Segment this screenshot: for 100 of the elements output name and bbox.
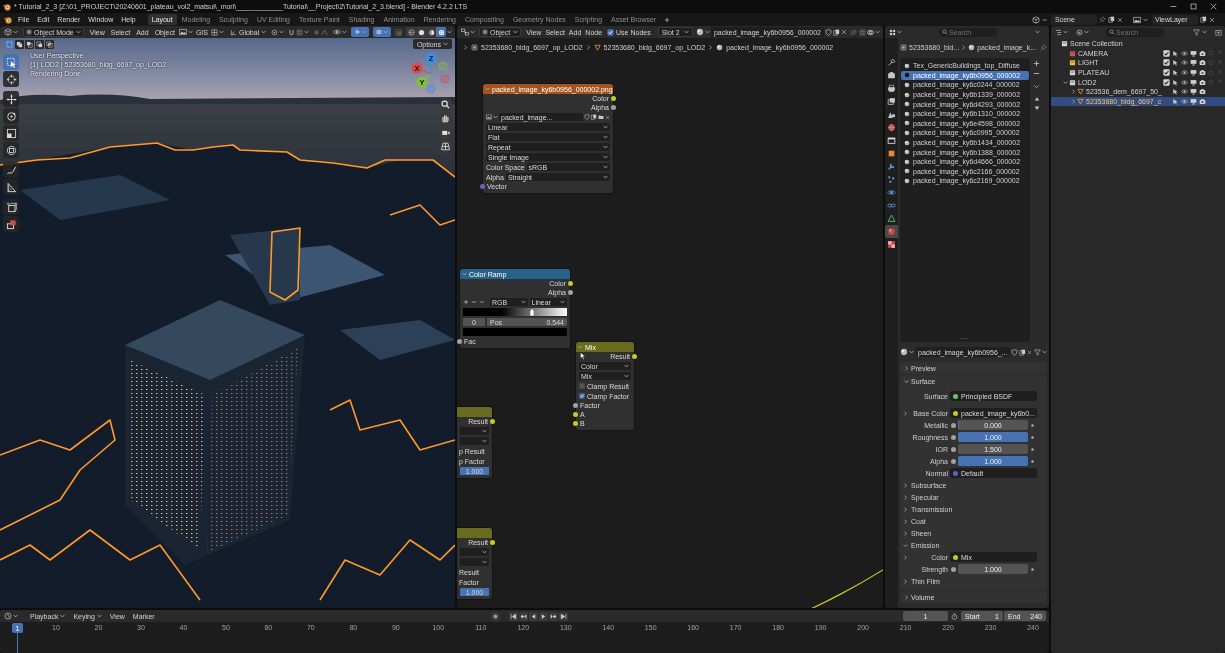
camera-icon[interactable] xyxy=(1199,59,1206,67)
keyframe-dot-icon[interactable] xyxy=(1031,459,1034,463)
close-icon[interactable] xyxy=(1209,16,1215,23)
socket-icon[interactable] xyxy=(457,339,462,344)
chevron-icon[interactable] xyxy=(1070,98,1076,104)
properties-tab[interactable] xyxy=(885,82,898,95)
copy-icon[interactable] xyxy=(1018,348,1026,356)
video-camera-icon[interactable] xyxy=(439,126,452,139)
monitor-icon[interactable] xyxy=(1190,78,1197,86)
tool-button[interactable] xyxy=(3,162,19,178)
grid-icon[interactable] xyxy=(439,140,452,153)
previous-keyframe-icon[interactable] xyxy=(519,611,529,621)
folder-icon[interactable] xyxy=(598,114,604,120)
shading-button[interactable] xyxy=(406,27,416,37)
checkbox-icon[interactable] xyxy=(1163,59,1170,67)
falloff-curve-icon[interactable] xyxy=(321,28,329,36)
monitor-icon[interactable] xyxy=(1190,69,1197,77)
socket-icon[interactable] xyxy=(611,105,616,110)
properties-tab[interactable] xyxy=(885,238,898,251)
editor-type-button[interactable] xyxy=(1054,28,1069,36)
copy-icon[interactable] xyxy=(591,114,597,120)
down-arrow-icon[interactable] xyxy=(1033,105,1040,111)
keyframe-dot-icon[interactable] xyxy=(1031,435,1034,439)
tool-button[interactable] xyxy=(3,199,19,215)
socket-icon[interactable] xyxy=(573,412,578,417)
keyframe-dot-icon[interactable] xyxy=(1031,567,1034,571)
tool-button[interactable] xyxy=(3,71,19,87)
stopwatch-icon[interactable] xyxy=(951,612,958,620)
chevron-icon[interactable] xyxy=(1070,89,1076,95)
overlay-toggle[interactable] xyxy=(373,27,391,37)
select-mode-button[interactable] xyxy=(45,40,54,49)
sphere-icon[interactable] xyxy=(900,348,908,356)
up-arrow-icon[interactable] xyxy=(1033,96,1040,102)
socket-icon[interactable] xyxy=(568,290,573,295)
jump-to-end-icon[interactable] xyxy=(559,611,569,621)
camera-icon[interactable] xyxy=(1199,88,1206,96)
properties-tab[interactable] xyxy=(885,121,898,134)
record-icon[interactable] xyxy=(491,611,501,621)
socket-icon[interactable] xyxy=(611,96,616,101)
checkbox-icon[interactable] xyxy=(1163,69,1170,77)
dot-ring-icon[interactable] xyxy=(271,28,279,36)
grip-icon[interactable] xyxy=(960,337,969,340)
monitor-icon[interactable] xyxy=(1190,88,1197,96)
socket-icon[interactable] xyxy=(573,403,578,408)
display-mode-button[interactable] xyxy=(1075,28,1090,36)
funnel-icon[interactable] xyxy=(1193,28,1200,36)
close-icon[interactable] xyxy=(605,114,610,120)
shield-icon[interactable] xyxy=(1010,348,1018,356)
chevron-icon[interactable] xyxy=(903,554,908,560)
checkbox-icon[interactable] xyxy=(1163,78,1170,86)
socket-icon[interactable] xyxy=(568,281,573,286)
copy-icon[interactable] xyxy=(1108,16,1115,23)
properties-tab[interactable] xyxy=(885,95,898,108)
copy-icon[interactable] xyxy=(1200,16,1207,23)
camera-icon[interactable] xyxy=(1199,69,1206,77)
socket-icon[interactable] xyxy=(480,184,485,189)
socket-icon[interactable] xyxy=(490,540,495,545)
options-caret-icon[interactable] xyxy=(1035,30,1040,34)
eye-icon[interactable] xyxy=(1181,59,1188,67)
close-icon[interactable] xyxy=(1026,349,1032,355)
monitor-icon[interactable] xyxy=(1190,97,1197,105)
plus-icon[interactable] xyxy=(1033,60,1040,67)
eye-icon[interactable] xyxy=(333,28,341,36)
gizmo-toggle[interactable] xyxy=(351,27,369,37)
eye-icon[interactable] xyxy=(1181,78,1188,86)
eye-icon[interactable] xyxy=(1181,69,1188,77)
select-mode-button[interactable] xyxy=(25,40,34,49)
shield-icon[interactable] xyxy=(825,28,832,36)
shading-button[interactable] xyxy=(436,27,446,37)
checkbox-icon[interactable] xyxy=(579,393,585,399)
chevron-icon[interactable] xyxy=(1062,79,1068,85)
caret-down-icon[interactable] xyxy=(1033,83,1040,90)
next-keyframe-icon[interactable] xyxy=(549,611,559,621)
editor-type-button[interactable] xyxy=(888,28,903,36)
checkbox-icon[interactable] xyxy=(1163,49,1170,57)
tool-button[interactable] xyxy=(3,108,19,124)
caret-down-icon[interactable] xyxy=(479,299,485,305)
socket-icon[interactable] xyxy=(490,419,495,424)
keyframe-dot-icon[interactable] xyxy=(1031,423,1034,427)
plus-icon[interactable] xyxy=(664,16,671,23)
magnet-icon[interactable] xyxy=(288,28,296,36)
new-collection-icon[interactable] xyxy=(1215,28,1222,36)
close-icon[interactable] xyxy=(1117,16,1123,23)
blender-logo-icon[interactable] xyxy=(4,15,12,24)
editor-type-button[interactable] xyxy=(3,28,19,36)
funnel-icon[interactable] xyxy=(1034,348,1041,356)
jump-to-start-icon[interactable] xyxy=(509,611,519,621)
tool-button[interactable] xyxy=(3,91,19,107)
color-ramp[interactable] xyxy=(463,308,567,316)
camera-icon[interactable] xyxy=(1199,49,1206,57)
keyframe-dot-icon[interactable] xyxy=(1031,447,1034,451)
zoom-icon[interactable] xyxy=(439,98,452,111)
socket-icon[interactable] xyxy=(573,421,578,426)
shading-button[interactable] xyxy=(416,27,426,37)
tool-button[interactable] xyxy=(3,125,19,141)
socket-icon[interactable] xyxy=(632,354,637,359)
select-mode-button[interactable] xyxy=(15,40,24,49)
hand-icon[interactable] xyxy=(439,112,452,125)
plus-icon[interactable] xyxy=(463,299,469,305)
monitor-icon[interactable] xyxy=(1190,49,1197,57)
